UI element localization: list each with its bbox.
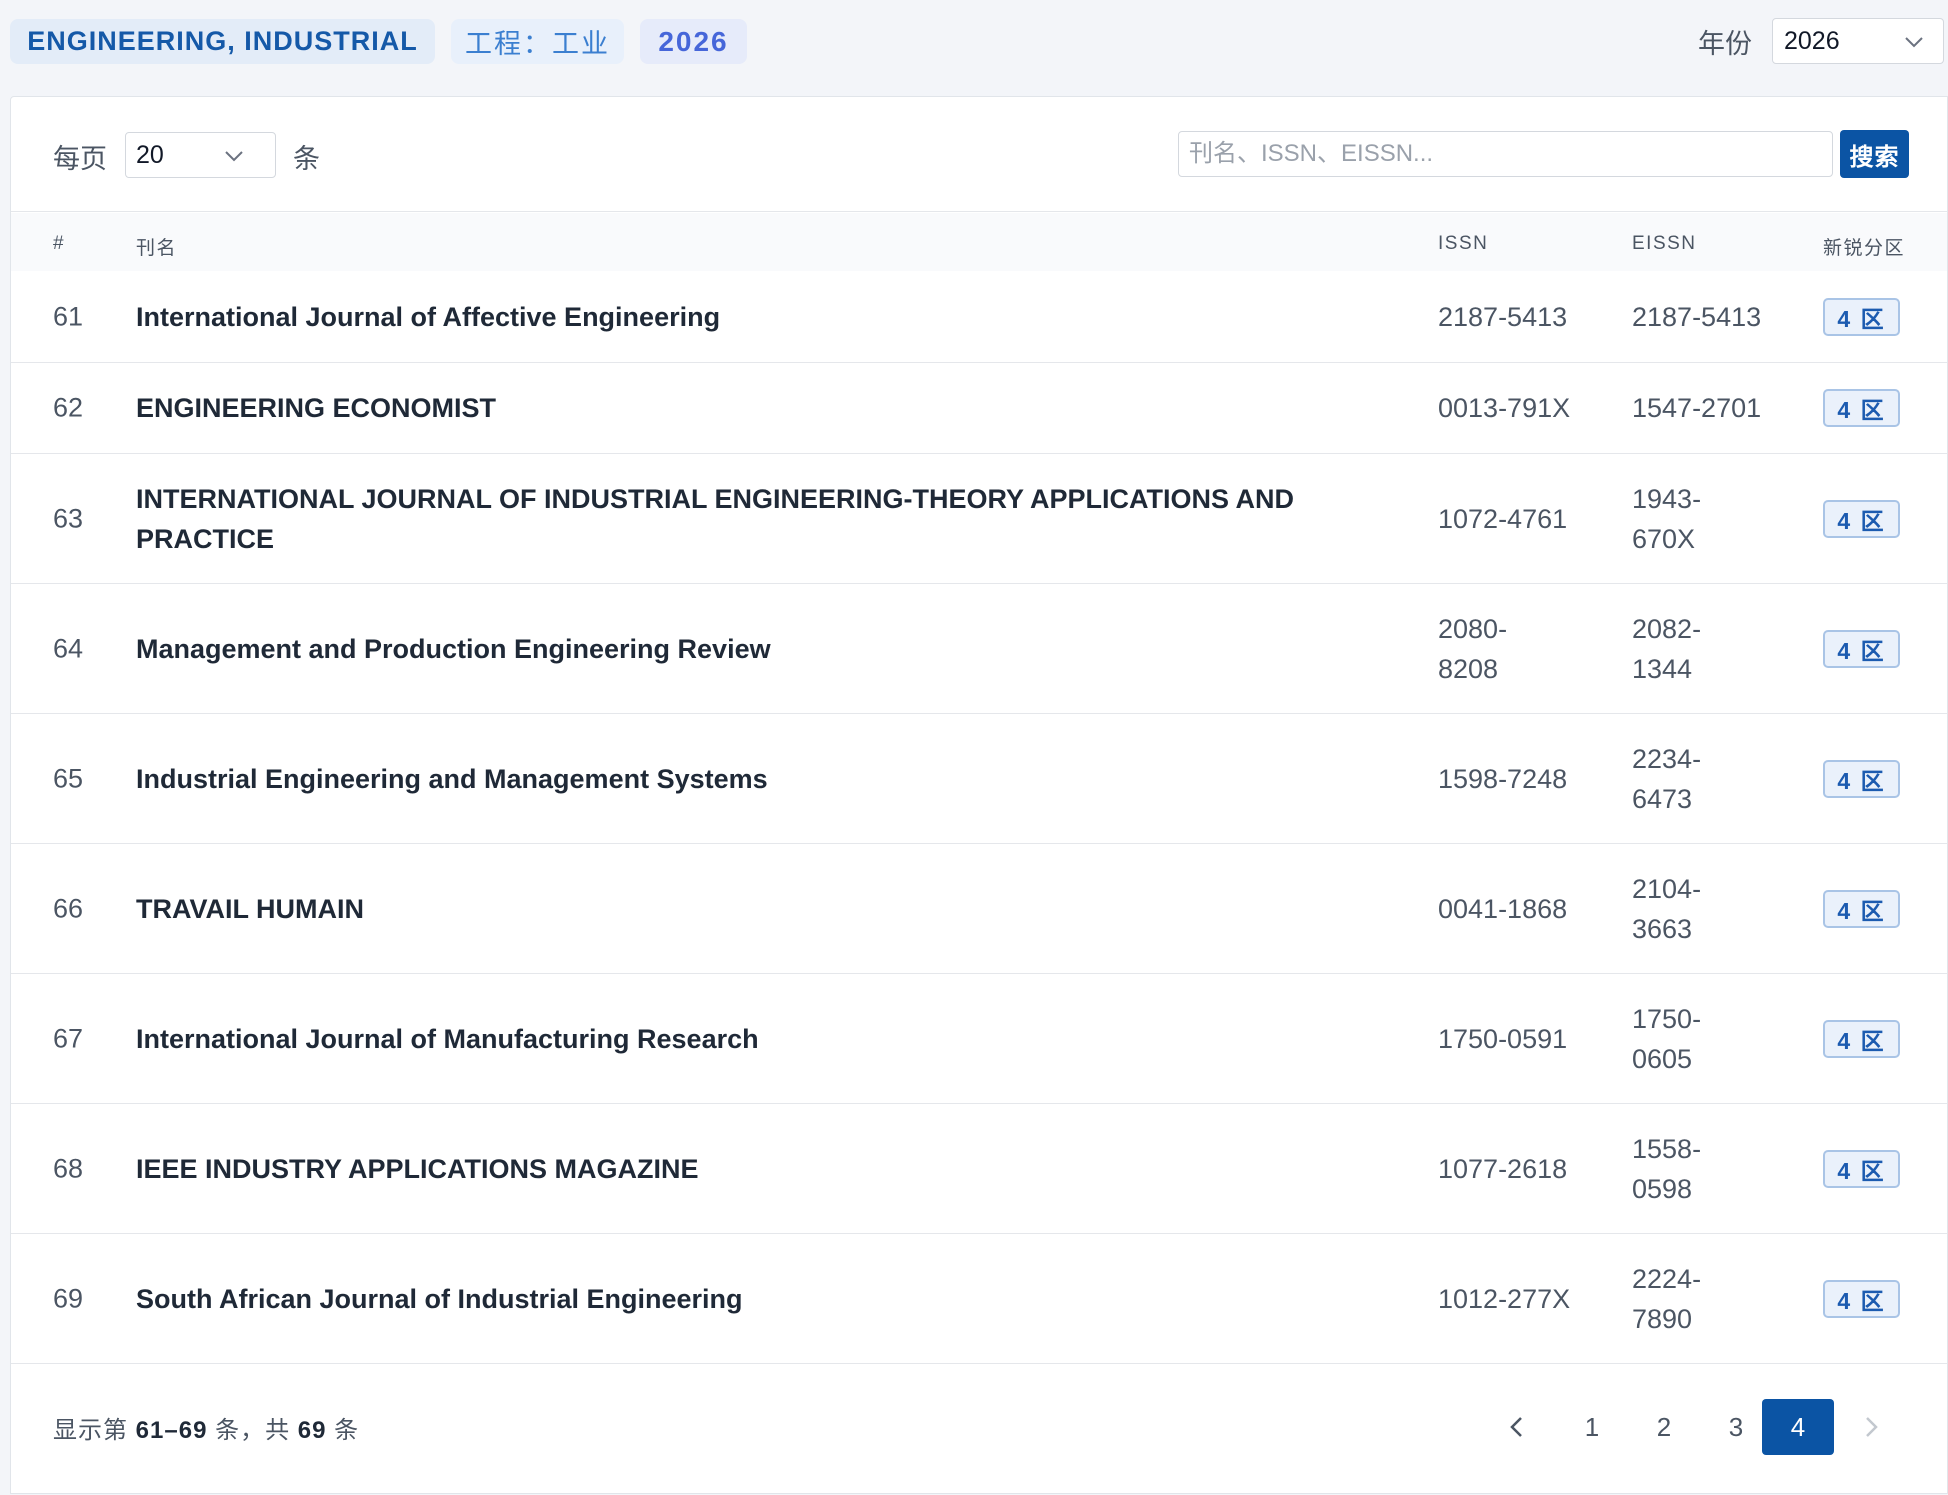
journal-name[interactable]: International Journal of Affective Engin…: [136, 297, 1356, 337]
row-num: 69: [53, 1283, 84, 1313]
column-header-zone: 新锐分区: [1823, 238, 1906, 259]
journal-name[interactable]: ENGINEERING ECONOMIST: [136, 388, 1356, 428]
row-num: 61: [53, 301, 84, 332]
issn: 1072-4761: [1438, 503, 1568, 534]
table-row[interactable]: 67 International Journal of Manufacturin…: [11, 974, 1947, 1104]
eissn: 2224-7890: [1632, 1263, 1702, 1334]
page-button-4-current[interactable]: 4: [1762, 1399, 1834, 1455]
chevron-left-icon: [1510, 1417, 1522, 1437]
summary-middle: 条，共: [215, 1417, 291, 1444]
row-num: 68: [53, 1153, 84, 1183]
zone-badge: 4 区: [1823, 1279, 1900, 1318]
table-header: # 刊名 ISSN EISSN 新锐分区: [11, 213, 1947, 271]
prev-page-button[interactable]: [1497, 1399, 1537, 1455]
issn: 0041-1868: [1438, 893, 1568, 924]
table-row[interactable]: 64 Management and Production Engineering…: [11, 584, 1947, 714]
year-select[interactable]: 2026: [1772, 18, 1944, 64]
zone-badge: 4 区: [1823, 889, 1900, 928]
zone-badge: 4 区: [1823, 298, 1900, 336]
table-row[interactable]: 66 TRAVAIL HUMAIN 0041-1868 2104-3663 4 …: [11, 844, 1947, 974]
eissn: 2234-6473: [1632, 743, 1702, 814]
row-num: 64: [53, 633, 84, 663]
issn: 1012-277X: [1438, 1283, 1571, 1314]
issn: 1077-2618: [1438, 1153, 1568, 1184]
eissn: 2187-5413: [1632, 302, 1762, 332]
eissn: 1750-0605: [1632, 1003, 1702, 1074]
top-bar: ENGINEERING, INDUSTRIAL 工程：工业 2026 年份 20…: [0, 0, 1948, 84]
page-button-3[interactable]: 3: [1711, 1399, 1761, 1455]
table-row[interactable]: 62 ENGINEERING ECONOMIST 0013-791X 1547-…: [11, 363, 1947, 454]
journal-name[interactable]: International Journal of Manufacturing R…: [136, 1019, 1356, 1059]
chevron-down-icon: [1905, 37, 1923, 48]
search-input[interactable]: [1178, 131, 1833, 177]
row-num: 62: [53, 392, 84, 423]
row-num: 66: [53, 893, 84, 923]
journal-name[interactable]: South African Journal of Industrial Engi…: [136, 1279, 1356, 1319]
column-header-issn: ISSN: [1438, 233, 1489, 254]
eissn: 2082-1344: [1632, 613, 1702, 684]
issn: 1750-0591: [1438, 1023, 1568, 1054]
next-page-button[interactable]: [1851, 1399, 1891, 1455]
row-num: 63: [53, 503, 84, 533]
zone-badge: 4 区: [1823, 759, 1900, 798]
per-page-value: 20: [136, 140, 164, 169]
category-tag-cn: 工程：工业: [451, 19, 624, 64]
summary-total: 69: [297, 1417, 327, 1444]
table-row[interactable]: 65 Industrial Engineering and Management…: [11, 714, 1947, 844]
per-page-unit: 条: [293, 144, 320, 174]
journal-name[interactable]: INTERNATIONAL JOURNAL OF INDUSTRIAL ENGI…: [136, 479, 1336, 559]
eissn: 2104-3663: [1632, 873, 1702, 944]
summary-range: 61–69: [135, 1417, 208, 1444]
table-row[interactable]: 63 INTERNATIONAL JOURNAL OF INDUSTRIAL E…: [11, 454, 1947, 584]
year-badge: 2026: [640, 19, 747, 64]
eissn: 1547-2701: [1632, 393, 1762, 423]
summary-prefix: 显示第: [53, 1417, 128, 1444]
table-row[interactable]: 69 South African Journal of Industrial E…: [11, 1234, 1947, 1364]
chevron-down-icon: [225, 151, 243, 162]
result-summary: 显示第 61–69 条，共 69 条: [53, 1410, 359, 1445]
page-button-2[interactable]: 2: [1639, 1399, 1689, 1455]
page-button-1[interactable]: 1: [1567, 1399, 1617, 1455]
issn: 0013-791X: [1438, 393, 1571, 423]
issn: 2187-5413: [1438, 302, 1568, 332]
journal-name[interactable]: TRAVAIL HUMAIN: [136, 889, 1356, 929]
column-header-name: 刊名: [136, 238, 178, 259]
table-row[interactable]: 61 International Journal of Affective En…: [11, 272, 1947, 363]
per-page-label: 每页: [53, 144, 107, 174]
row-num: 67: [53, 1023, 84, 1053]
zone-badge: 4 区: [1823, 1019, 1900, 1058]
column-header-eissn: EISSN: [1632, 233, 1697, 254]
eissn: 1558-0598: [1632, 1133, 1702, 1204]
zone-badge: 4 区: [1823, 629, 1900, 668]
table-footer: 显示第 61–69 条，共 69 条 1 2 3 4: [11, 1367, 1947, 1495]
column-header-num: #: [53, 233, 66, 254]
journal-name[interactable]: Management and Production Engineering Re…: [136, 629, 1356, 669]
journal-name[interactable]: IEEE INDUSTRY APPLICATIONS MAGAZINE: [136, 1149, 1356, 1189]
issn: 1598-7248: [1438, 763, 1568, 794]
chevron-right-icon: [1866, 1417, 1878, 1437]
zone-badge: 4 区: [1823, 499, 1900, 538]
summary-suffix: 条: [334, 1417, 360, 1444]
year-label: 年份: [1698, 29, 1752, 59]
zone-badge: 4 区: [1823, 1149, 1900, 1188]
table-row[interactable]: 68 IEEE INDUSTRY APPLICATIONS MAGAZINE 1…: [11, 1104, 1947, 1234]
issn: 2080-8208: [1438, 613, 1508, 684]
search-button[interactable]: 搜索: [1840, 130, 1909, 178]
eissn: 1943-670X: [1632, 483, 1702, 554]
journal-list-card: 每页 20 条 搜索 # 刊名 ISSN EISSN 新锐分区 61 Inter…: [10, 96, 1948, 1494]
row-num: 65: [53, 763, 84, 793]
category-tag-en: ENGINEERING, INDUSTRIAL: [10, 19, 435, 64]
year-select-value: 2026: [1784, 26, 1840, 55]
per-page-select[interactable]: 20: [125, 132, 276, 178]
journal-name[interactable]: Industrial Engineering and Management Sy…: [136, 759, 1356, 799]
list-toolbar: 每页 20 条 搜索: [11, 97, 1947, 212]
zone-badge: 4 区: [1823, 389, 1900, 427]
